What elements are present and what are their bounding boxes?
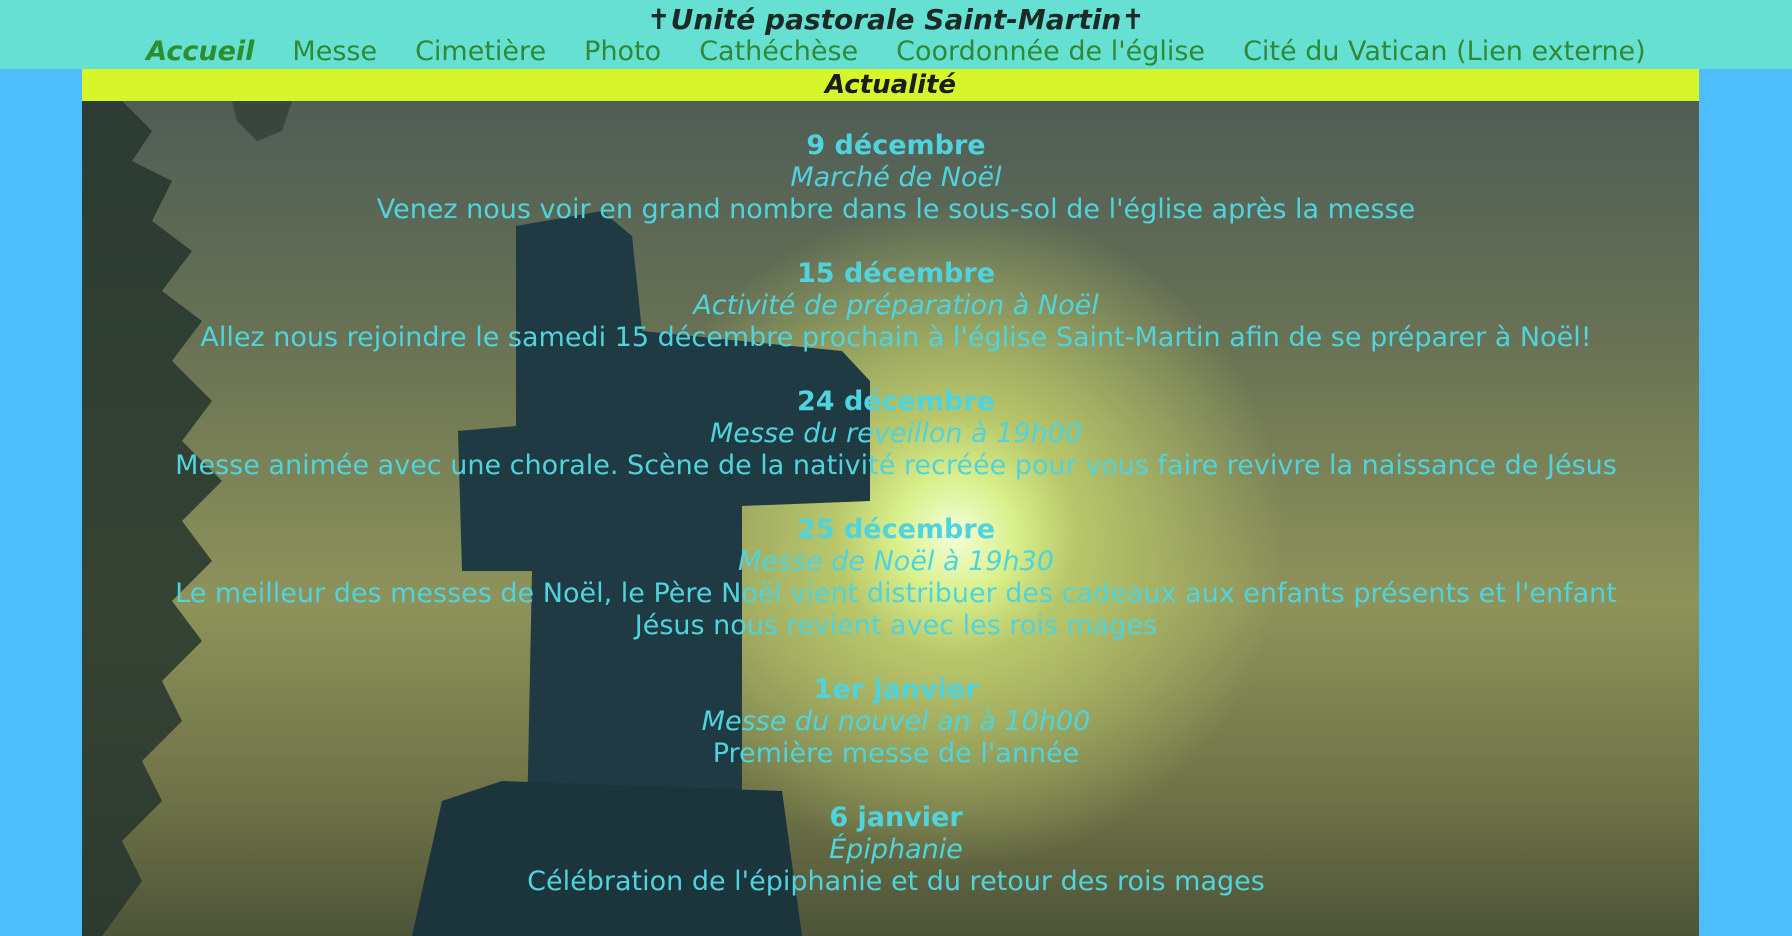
nav-messe[interactable]: Messe <box>292 34 377 70</box>
event-title: Messe de Noël à 19h30 <box>738 546 1054 577</box>
nav-photo[interactable]: Photo <box>584 34 661 70</box>
event-item: 9 décembre Marché de Noël Venez nous voi… <box>0 130 1792 226</box>
main-nav: Accueil Messe Cimetière Photo Cathéchèse… <box>0 34 1792 70</box>
event-date: 1er janvier <box>813 674 979 705</box>
nav-vatican-link[interactable]: Cité du Vatican (Lien externe) <box>1243 34 1646 70</box>
event-date: 15 décembre <box>796 258 996 289</box>
top-header: ✝Unité pastorale Saint-Martin✝ Accueil M… <box>0 0 1792 69</box>
event-description: Célébration de l'épiphanie et du retour … <box>527 866 1265 897</box>
event-date: 24 décembre <box>796 386 996 417</box>
event-description: Messe animée avec une chorale. Scène de … <box>175 450 1617 481</box>
nav-accueil[interactable]: Accueil <box>146 34 254 70</box>
event-title: Activité de préparation à Noël <box>693 290 1099 321</box>
event-item: 25 décembre Messe de Noël à 19h30 Le mei… <box>0 514 1792 642</box>
event-date: 6 janvier <box>829 802 963 833</box>
events-list: 9 décembre Marché de Noël Venez nous voi… <box>0 130 1792 930</box>
event-title: Marché de Noël <box>790 162 1002 193</box>
nav-cimetiere[interactable]: Cimetière <box>415 34 546 70</box>
event-item: 1er janvier Messe du nouvel an à 10h00 P… <box>0 674 1792 770</box>
event-description: Allez nous rejoindre le samedi 15 décemb… <box>200 322 1592 353</box>
event-date: 25 décembre <box>796 514 996 545</box>
event-item: 6 janvier Épiphanie Célébration de l'épi… <box>0 802 1792 898</box>
nav-coordonnee[interactable]: Coordonnée de l'église <box>896 34 1205 70</box>
event-title: Messe du nouvel an à 10h00 <box>701 706 1091 737</box>
nav-catechese[interactable]: Cathéchèse <box>699 34 858 70</box>
event-description: Venez nous voir en grand nombre dans le … <box>376 194 1416 225</box>
site-title: ✝Unité pastorale Saint-Martin✝ <box>647 3 1145 36</box>
event-description: Le meilleur des messes de Noël, le Père … <box>175 578 1617 641</box>
event-date: 9 décembre <box>806 130 986 161</box>
event-title: Épiphanie <box>829 834 963 865</box>
event-item: 15 décembre Activité de préparation à No… <box>0 258 1792 354</box>
section-title: Actualité <box>82 69 1699 101</box>
event-description: Première messe de l'année <box>712 738 1080 769</box>
event-title: Messe du reveillon à 19h00 <box>709 418 1083 449</box>
event-item: 24 décembre Messe du reveillon à 19h00 M… <box>0 386 1792 482</box>
